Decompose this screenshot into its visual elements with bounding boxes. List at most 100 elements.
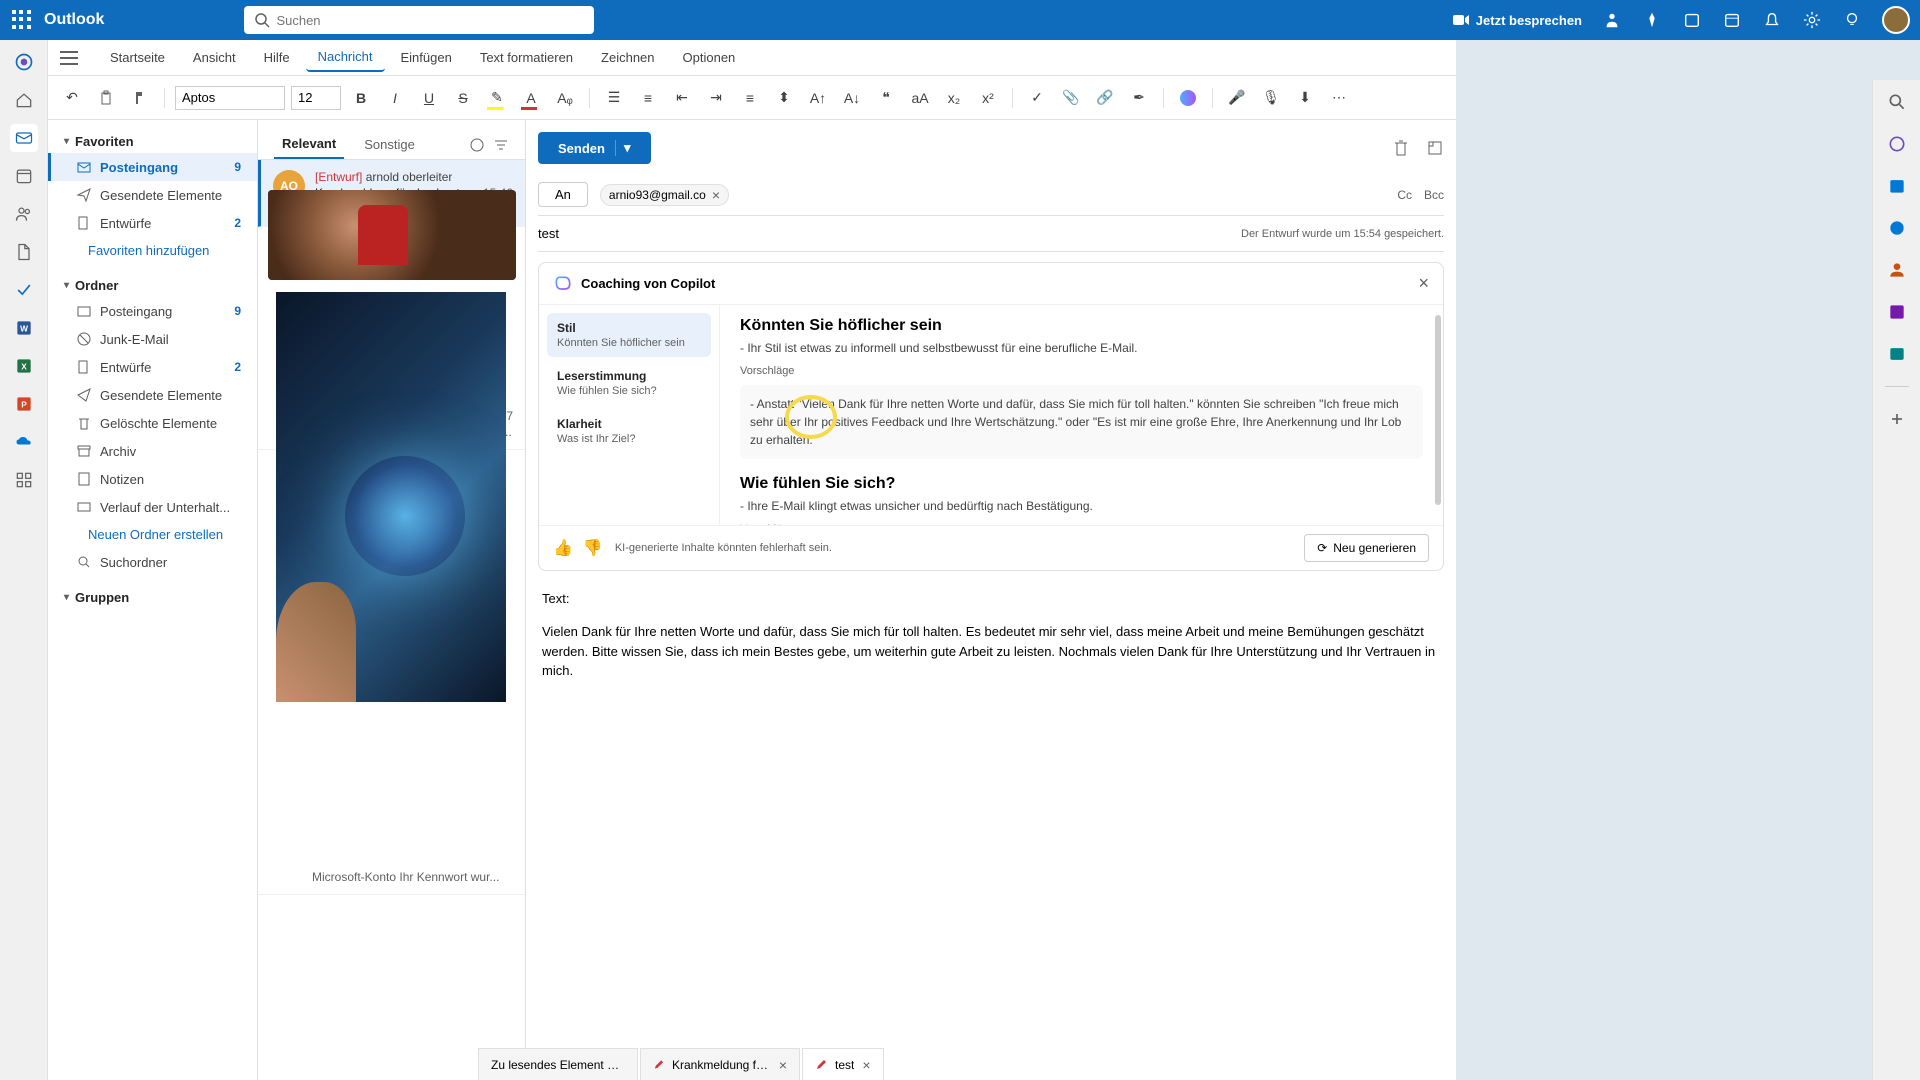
recipient-chip[interactable]: arnio93@gmail.co × <box>600 184 729 206</box>
cc-button[interactable]: Cc <box>1397 188 1412 202</box>
new-folder-link[interactable]: Neuen Ordner erstellen <box>48 521 257 548</box>
thumbs-down-icon[interactable]: 👎 <box>583 538 603 558</box>
add-favorite-link[interactable]: Favoriten hinzufügen <box>48 237 257 264</box>
folder-deleted[interactable]: Gelöschte Elemente <box>48 409 257 437</box>
reading-tab-draft2[interactable]: test × <box>802 1048 884 1080</box>
spacing-button[interactable]: ⬍ <box>770 84 798 112</box>
send-button[interactable]: Senden ▾ <box>538 132 651 164</box>
tasks-addin-icon[interactable] <box>1883 214 1911 242</box>
close-tab-icon[interactable]: × <box>862 1057 870 1073</box>
excel-rail-icon[interactable]: X <box>10 352 38 380</box>
onedrive-rail-icon[interactable] <box>10 428 38 456</box>
reading-tab-draft1[interactable]: Krankmeldung für ... × <box>640 1048 800 1080</box>
copilot-cat-sentiment[interactable]: Leserstimmung Wie fühlen Sie sich? <box>547 361 711 405</box>
onenote-addin-icon[interactable] <box>1883 298 1911 326</box>
tab-home[interactable]: Startseite <box>98 44 177 71</box>
select-all-icon[interactable] <box>469 137 485 153</box>
folder-sent[interactable]: Gesendete Elemente <box>48 381 257 409</box>
message-item[interactable]: Microsoft-Konto Ihr Kennwort wur... <box>258 860 525 895</box>
mail-rail-icon[interactable] <box>10 124 38 152</box>
case-button[interactable]: aA <box>906 84 934 112</box>
thumbs-up-icon[interactable]: 👍 <box>553 538 573 558</box>
powerpoint-rail-icon[interactable]: P <box>10 390 38 418</box>
tab-focused[interactable]: Relevant <box>274 130 344 159</box>
clear-format-button[interactable]: Aᵩ <box>551 84 579 112</box>
meet-now-button[interactable]: Jetzt besprechen <box>1452 11 1582 29</box>
user-avatar[interactable] <box>1882 6 1910 34</box>
quote-button[interactable]: ❝ <box>872 84 900 112</box>
font-size-select[interactable] <box>291 86 341 110</box>
groups-section[interactable]: Gruppen <box>48 586 257 609</box>
regenerate-button[interactable]: ⟳ Neu generieren <box>1304 534 1429 562</box>
filter-icon[interactable] <box>493 137 509 153</box>
superscript-button[interactable]: x² <box>974 84 1002 112</box>
tab-draw[interactable]: Zeichnen <box>589 44 666 71</box>
body-content[interactable]: Vielen Dank für Ihre netten Worte und da… <box>542 622 1440 681</box>
tab-format[interactable]: Text formatieren <box>468 44 585 71</box>
contacts-addin-icon[interactable] <box>1883 256 1911 284</box>
search-box[interactable] <box>244 6 594 34</box>
remove-recipient-icon[interactable]: × <box>712 187 720 203</box>
notifications-icon[interactable] <box>1762 10 1782 30</box>
tips-icon[interactable] <box>1842 10 1862 30</box>
attach-button[interactable]: 📎 <box>1057 84 1085 112</box>
premium-icon[interactable] <box>1642 10 1662 30</box>
folder-drafts-fav[interactable]: Entwürfe2 <box>48 209 257 237</box>
nav-toggle-icon[interactable] <box>60 46 84 70</box>
paste-button[interactable] <box>92 84 120 112</box>
home-rail-icon[interactable] <box>10 86 38 114</box>
dictate-button[interactable]: 🎤 <box>1223 84 1251 112</box>
underline-button[interactable]: U <box>415 84 443 112</box>
increase-font-button[interactable]: A↑ <box>804 84 832 112</box>
folder-notes[interactable]: Notizen <box>48 465 257 493</box>
people-rail-icon[interactable] <box>10 200 38 228</box>
bold-button[interactable]: B <box>347 84 375 112</box>
copilot-toolbar-button[interactable] <box>1174 84 1202 112</box>
editor-button[interactable]: ✓ <box>1023 84 1051 112</box>
more-button[interactable]: ⋯ <box>1325 84 1353 112</box>
undo-button[interactable]: ↶ <box>58 84 86 112</box>
font-family-select[interactable] <box>175 86 285 110</box>
tab-other[interactable]: Sonstige <box>356 131 423 158</box>
download-button[interactable]: ⬇ <box>1291 84 1319 112</box>
files-rail-icon[interactable] <box>10 238 38 266</box>
highlight-button[interactable]: ✎ <box>483 84 511 112</box>
search-rail-icon[interactable] <box>1883 88 1911 116</box>
search-input[interactable] <box>276 13 584 28</box>
folder-inbox[interactable]: Posteingang9 <box>48 297 257 325</box>
align-button[interactable]: ≡ <box>736 84 764 112</box>
todo-rail-icon[interactable] <box>10 276 38 304</box>
strikethrough-button[interactable]: S <box>449 84 477 112</box>
add-addin-icon[interactable] <box>1883 405 1911 433</box>
calendar-addin-icon[interactable] <box>1883 172 1911 200</box>
tab-options[interactable]: Optionen <box>671 44 748 71</box>
bcc-button[interactable]: Bcc <box>1424 188 1444 202</box>
my-day-icon[interactable] <box>1722 10 1742 30</box>
folder-inbox-fav[interactable]: Posteingang9 <box>48 153 257 181</box>
send-dropdown-icon[interactable]: ▾ <box>615 140 631 156</box>
folder-conversation-history[interactable]: Verlauf der Unterhalt... <box>48 493 257 521</box>
to-button[interactable]: An <box>538 182 588 207</box>
close-tab-icon[interactable]: × <box>779 1057 787 1073</box>
numbering-button[interactable]: ≡ <box>634 84 662 112</box>
folder-junk[interactable]: Junk-E-Mail <box>48 325 257 353</box>
copilot-cat-clarity[interactable]: Klarheit Was ist Ihr Ziel? <box>547 409 711 453</box>
decrease-font-button[interactable]: A↓ <box>838 84 866 112</box>
folders-section[interactable]: Ordner <box>48 274 257 297</box>
teams-icon[interactable] <box>1602 10 1622 30</box>
email-body[interactable]: Text: Vielen Dank für Ihre netten Worte … <box>538 571 1444 701</box>
tab-insert[interactable]: Einfügen <box>389 44 464 71</box>
tab-message[interactable]: Nachricht <box>306 43 385 72</box>
calendar-rail-icon[interactable] <box>10 162 38 190</box>
subject-input[interactable] <box>538 226 1241 241</box>
increase-indent-button[interactable]: ⇥ <box>702 84 730 112</box>
mic-button[interactable]: 🎙 <box>1257 84 1285 112</box>
copilot-rail-icon[interactable] <box>10 48 38 76</box>
decrease-indent-button[interactable]: ⇤ <box>668 84 696 112</box>
app-launcher-icon[interactable] <box>10 8 34 32</box>
word-rail-icon[interactable]: W <box>10 314 38 342</box>
more-apps-rail-icon[interactable] <box>10 466 38 494</box>
reading-tab-select[interactable]: Zu lesendes Element ausw... <box>478 1048 638 1080</box>
popout-icon[interactable] <box>1426 139 1444 157</box>
subscript-button[interactable]: x₂ <box>940 84 968 112</box>
